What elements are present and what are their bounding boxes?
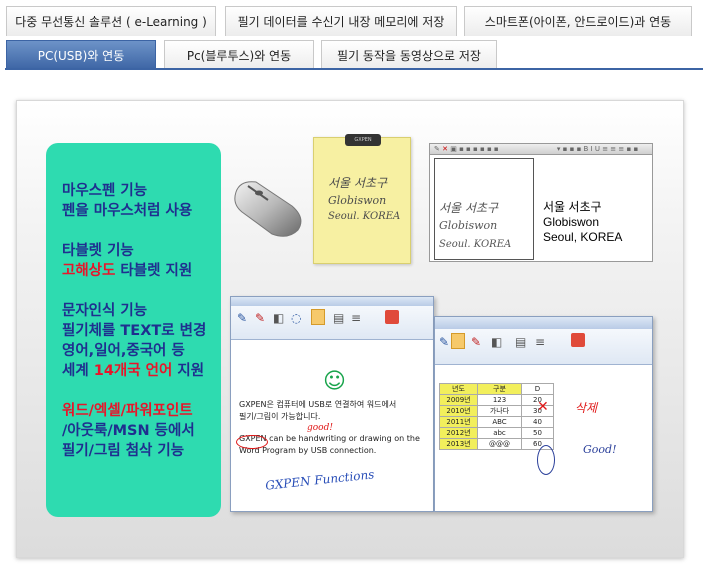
handwriting-line: Globiswon xyxy=(328,194,387,207)
tab-memory-storage[interactable]: 필기 데이터를 수신기 내장 메모리에 저장 xyxy=(225,6,457,36)
width-icon[interactable]: ≡ xyxy=(535,335,545,349)
recognized-text: 서울 서초구 Globiswon Seoul, KOREA xyxy=(543,200,623,244)
eraser-icon[interactable]: ◧ xyxy=(273,311,284,325)
feature-desc: 펜을 마우스처럼 사용 xyxy=(62,203,193,219)
tab-bluetooth[interactable]: Pc(블루투스)와 연동 xyxy=(164,40,314,70)
word-document-text: GXPEN은 컴퓨터에 USB로 연결하여 워드에서 필기/그림이 가능합니다.… xyxy=(239,400,420,455)
recognition-window: ✎ ✕ ▣ ▪ ▪ ▪ ▪ ▪ ▪ ▾ ▪ ▪ ▪ B I U ≡ ≡ ≡ ▪ … xyxy=(429,143,653,262)
feature-list: 마우스펜 기능 펜을 마우스처럼 사용 타블렛 기능 고해상도 타블렛 지원 문… xyxy=(46,143,221,517)
tab-label: 필기 동작을 동영상으로 저장 xyxy=(337,49,481,63)
handwriting-line: 서울 서초구 xyxy=(439,201,499,215)
handwriting-line: Globiswon xyxy=(439,219,498,232)
annotation-cross: ✕ xyxy=(537,399,549,415)
annotation-good: Good! xyxy=(583,443,617,456)
annotation-delete: 삭제 xyxy=(575,401,598,415)
pen-icon[interactable]: ✎ xyxy=(434,145,440,153)
table-header-row: 년도 구분 D xyxy=(439,383,554,395)
feature-tablet: 타블렛 기능 고해상도 타블렛 지원 xyxy=(62,241,221,281)
lasso-icon[interactable]: ◌ xyxy=(291,311,301,325)
marker-icon[interactable]: ✎ xyxy=(255,311,265,325)
annotation-circle xyxy=(236,435,268,449)
feature-desc: /아웃룩/MSN 등에서 xyxy=(62,423,195,439)
color-icon[interactable]: ▤ xyxy=(515,335,526,349)
recognition-toolbar: ✎ ✕ ▣ ▪ ▪ ▪ ▪ ▪ ▪ ▾ ▪ ▪ ▪ B I U ≡ ≡ ≡ ▪ … xyxy=(430,144,652,155)
pen-tool-icon[interactable]: ✎ xyxy=(237,311,247,325)
feature-desc: 필기체를 TEXT로 변경 xyxy=(62,323,207,339)
handwriting-line: Seoul. KOREA xyxy=(328,211,401,222)
marker-icon[interactable]: ✎ xyxy=(471,335,481,349)
tab-label: 스마트폰(아이폰, 안드로이드)과 연동 xyxy=(484,15,672,29)
feature-desc: 세계 14개국 언어 지원 xyxy=(62,363,205,379)
tab-label: 필기 데이터를 수신기 내장 메모리에 저장 xyxy=(237,15,445,29)
annotation-good: good! xyxy=(307,423,333,433)
annotation-circle xyxy=(537,445,555,475)
color-icon[interactable]: ▤ xyxy=(333,311,344,325)
close-ink-icon[interactable] xyxy=(571,333,585,347)
annotation-functions: GXPEN Functions xyxy=(264,467,375,493)
excel-table: 년도 구분 D 2009년 123 20 2010년 가나다 30 2011년 ABC 40… xyxy=(439,383,554,450)
pen-tool-icon[interactable]: ✎ xyxy=(439,335,449,349)
pad-clip: GXPEN xyxy=(345,134,381,146)
excel-ribbon: ✎ ✎ ◧ ▤ ≡ xyxy=(435,329,652,365)
highlight-text: 14개국 언어 xyxy=(93,363,173,379)
highlighter-icon[interactable] xyxy=(311,309,325,325)
word-ribbon: ✎ ✎ ◧ ◌ ▤ ≡ xyxy=(231,306,433,340)
close-icon[interactable]: ✕ xyxy=(442,145,448,153)
feature-title: 문자인식 기능 xyxy=(62,303,148,319)
tab-video-record[interactable]: 필기 동작을 동영상으로 저장 xyxy=(321,40,497,70)
format-tools[interactable]: ▾ ▪ ▪ ▪ B I U ≡ ≡ ≡ ▪ ▪ xyxy=(557,145,638,153)
width-icon[interactable]: ≡ xyxy=(351,311,361,325)
table-row: 2011년 ABC 40 xyxy=(439,416,554,428)
tab-underline xyxy=(5,68,703,70)
close-ink-icon[interactable] xyxy=(385,310,399,324)
highlighter-icon[interactable] xyxy=(451,333,465,349)
word-window: ✎ ✎ ◧ ◌ ▤ ≡ ☺ GXPEN은 컴퓨터에 USB로 연결하여 워드에서… xyxy=(230,296,434,512)
handwriting-line: 서울 서초구 xyxy=(328,176,388,190)
feature-ocr: 문자인식 기능 필기체를 TEXT로 변경 영어,일어,중국어 등 세계 14개… xyxy=(62,301,221,381)
feature-office: 워드/엑셀/파워포인트 /아웃룩/MSN 등에서 필기/그림 첨삭 기능 xyxy=(62,401,221,461)
feature-title: 마우스펜 기능 xyxy=(62,183,148,199)
excel-window: ✎ ✎ ◧ ▤ ≡ 년도 구분 D 2009년 123 20 2010년 가나다 30 … xyxy=(434,316,653,512)
writing-pad-image: GXPEN 서울 서초구 Globiswon Seoul. KOREA xyxy=(313,134,411,264)
tab-e-learning[interactable]: 다중 무선통신 솔루션 ( e-Learning ) xyxy=(6,6,216,36)
tab-smartphone[interactable]: 스마트폰(아이폰, 안드로이드)과 연동 xyxy=(464,6,692,36)
feature-title: 타블렛 기능 xyxy=(62,243,134,259)
highlight-text: 고해상도 xyxy=(62,263,116,279)
tab-label: Pc(블루투스)와 연동 xyxy=(186,49,292,63)
feature-desc: 워드/엑셀/파워포인트 xyxy=(62,403,193,419)
tab-label: 다중 무선통신 솔루션 ( e-Learning ) xyxy=(15,15,207,29)
mouse-image xyxy=(234,181,302,237)
feature-desc: 영어,일어,중국어 등 xyxy=(62,343,185,359)
table-row: 2012년 abc 50 xyxy=(439,427,554,439)
save-icon[interactable]: ▣ xyxy=(450,145,457,153)
handwriting-area[interactable]: 서울 서초구 Globiswon Seoul. KOREA xyxy=(434,158,534,260)
feature-mouse: 마우스펜 기능 펜을 마우스처럼 사용 xyxy=(62,181,221,221)
table-row: 2013년 @@@ 60 xyxy=(439,438,554,450)
feature-desc: 고해상도 타블렛 지원 xyxy=(62,263,193,279)
handwriting-line: Seoul. KOREA xyxy=(439,239,512,250)
smiley-drawing: ☺ xyxy=(323,369,346,394)
feature-desc: 필기/그림 첨삭 기능 xyxy=(62,443,185,459)
word-titlebar xyxy=(231,297,433,306)
tab-label: PC(USB)와 연동 xyxy=(37,49,125,63)
eraser-icon[interactable]: ◧ xyxy=(491,335,502,349)
excel-titlebar xyxy=(435,317,652,329)
tab-pc-usb[interactable]: PC(USB)와 연동 xyxy=(6,40,156,70)
